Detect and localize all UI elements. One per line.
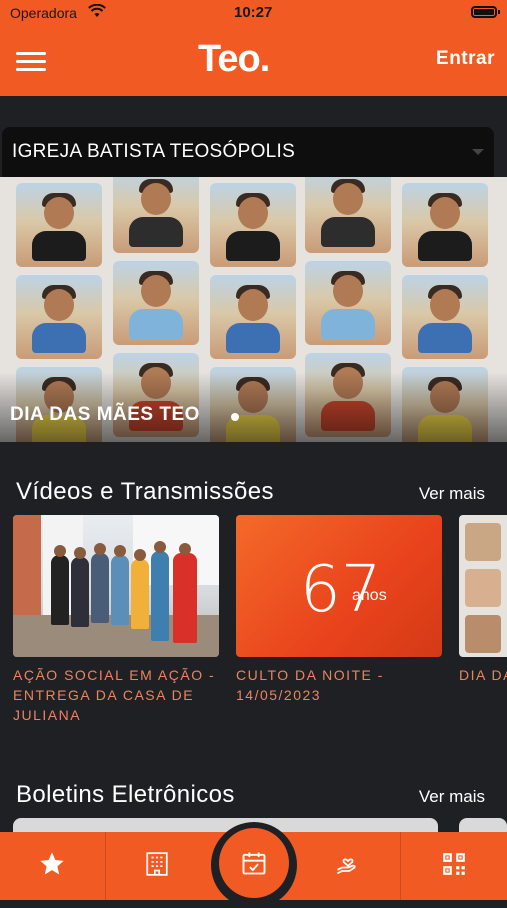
- video-card[interactable]: 67 anos CULTO DA NOITE - 14/05/2023: [236, 515, 442, 705]
- collage-photo: [305, 261, 391, 345]
- church-selector-value: IGREJA BATISTA TEOSÓPOLIS: [12, 141, 296, 162]
- featured-banner[interactable]: DIA DAS MÃES TEO: [0, 177, 507, 442]
- app-header: Teo. Entrar: [0, 26, 507, 96]
- chevron-down-icon: [472, 149, 484, 155]
- video-card-title: DIA DA: [459, 667, 507, 683]
- collage-photo: [113, 261, 199, 345]
- hamburger-icon[interactable]: [16, 52, 46, 72]
- tab-qr-code[interactable]: [404, 832, 504, 900]
- wifi-icon: [88, 3, 106, 21]
- videos-section-title: Vídeos e Transmissões: [16, 478, 274, 505]
- bulletins-see-more-link[interactable]: Ver mais: [419, 787, 485, 807]
- giving-hand-icon: [334, 850, 362, 883]
- collage-photo: [305, 177, 391, 253]
- collage-photo: [402, 275, 488, 359]
- tab-favorites[interactable]: [2, 832, 102, 900]
- video-card-title: CULTO DA NOITE - 14/05/2023: [236, 667, 384, 703]
- bulletins-section-title: Boletins Eletrônicos: [16, 781, 235, 808]
- church-selector[interactable]: IGREJA BATISTA TEOSÓPOLIS: [2, 127, 494, 177]
- battery-icon: [471, 6, 500, 18]
- videos-see-more-link[interactable]: Ver mais: [419, 484, 485, 504]
- tab-events[interactable]: [211, 822, 297, 908]
- collage-photo: [113, 177, 199, 253]
- tab-church[interactable]: [107, 832, 207, 900]
- bulletin-card[interactable]: [13, 818, 438, 832]
- collage-photo: [402, 183, 488, 267]
- video-card[interactable]: DIA DA: [459, 515, 507, 685]
- collage-photo: [210, 183, 296, 267]
- app-logo: Teo.: [198, 38, 270, 80]
- tab-giving[interactable]: [298, 832, 398, 900]
- qr-code-icon: [441, 851, 467, 882]
- star-icon: [38, 850, 66, 883]
- video-thumbnail: [459, 515, 507, 657]
- video-card[interactable]: AÇÃO SOCIAL EM AÇÃO - ENTREGA DA CASA DE…: [13, 515, 219, 725]
- collage-photo: [16, 183, 102, 267]
- calendar-check-icon: [219, 828, 289, 898]
- building-icon: [144, 851, 170, 882]
- login-button[interactable]: Entrar: [436, 48, 495, 70]
- banner-caption: DIA DAS MÃES TEO: [10, 404, 200, 425]
- carousel-indicator: [231, 413, 239, 421]
- collage-photo: [16, 275, 102, 359]
- video-card-title: AÇÃO SOCIAL EM AÇÃO - ENTREGA DA CASA DE…: [13, 667, 216, 723]
- thumbnail-word: anos: [352, 587, 387, 604]
- bulletin-card[interactable]: [459, 818, 507, 832]
- video-thumbnail: [13, 515, 219, 657]
- carrier-label: Operadora: [10, 5, 77, 21]
- status-bar: Operadora 10:27: [0, 0, 507, 26]
- collage-photo: [210, 275, 296, 359]
- video-thumbnail: 67 anos: [236, 515, 442, 657]
- clock: 10:27: [234, 4, 273, 21]
